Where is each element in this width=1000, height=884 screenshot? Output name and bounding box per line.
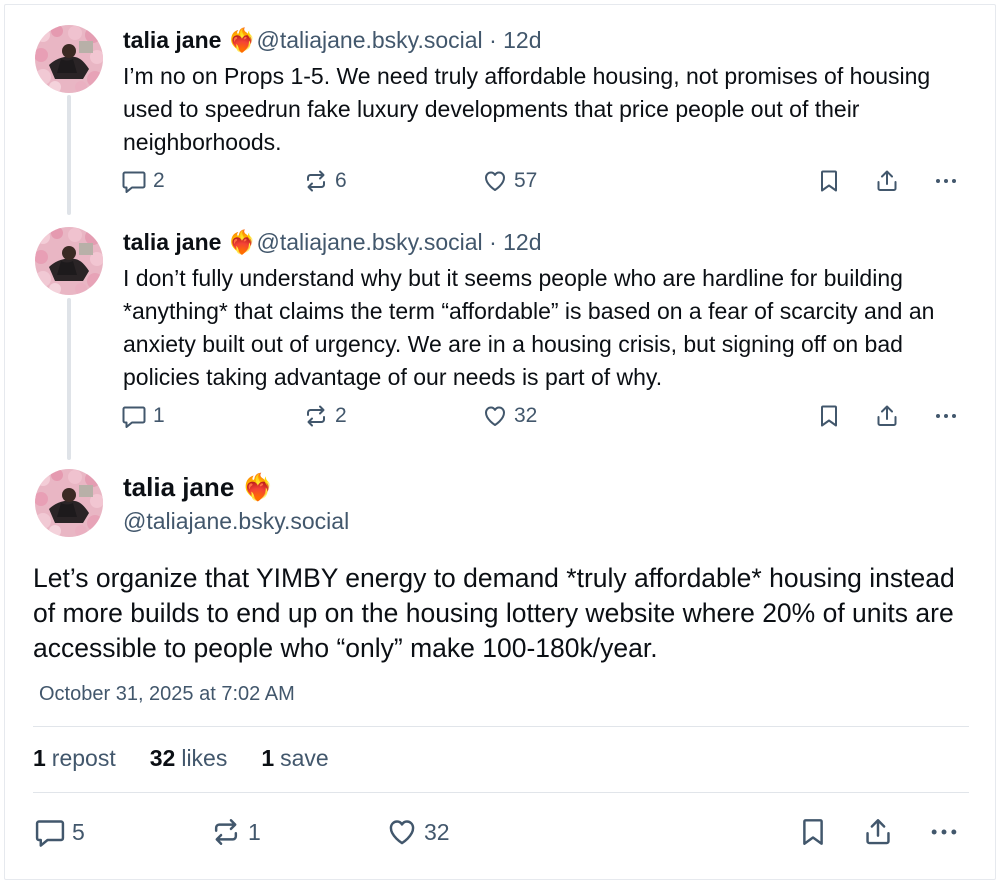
likes-stat[interactable]: 32 likes bbox=[150, 745, 228, 772]
share-icon bbox=[874, 168, 900, 194]
repost-count: 6 bbox=[335, 169, 347, 192]
more-options-button[interactable] bbox=[933, 403, 959, 429]
like-count: 32 bbox=[514, 404, 538, 427]
avatar[interactable] bbox=[35, 25, 103, 93]
post-header: talia jane ❤️‍🔥@taliajane.bsky.social · … bbox=[123, 26, 542, 54]
share-button[interactable] bbox=[874, 168, 900, 194]
like-button[interactable]: 32 bbox=[482, 403, 537, 429]
avatar[interactable] bbox=[35, 227, 103, 295]
reply-button[interactable]: 1 bbox=[121, 403, 165, 429]
author-name[interactable]: talia jane bbox=[123, 27, 221, 53]
likes-label: likes bbox=[181, 745, 228, 771]
saves-label: save bbox=[280, 745, 329, 771]
main-post-actions: 5 1 32 bbox=[0, 816, 1000, 850]
bookmark-button[interactable] bbox=[797, 816, 829, 848]
more-options-button[interactable] bbox=[933, 168, 959, 194]
like-icon bbox=[482, 403, 508, 429]
reply-count: 5 bbox=[72, 818, 85, 845]
repost-icon bbox=[303, 403, 329, 429]
divider bbox=[33, 792, 969, 793]
author-handle[interactable]: @taliajane.bsky.social bbox=[256, 27, 482, 53]
divider bbox=[33, 726, 969, 727]
post-age[interactable]: · 12d bbox=[489, 27, 541, 53]
post-text: I don’t fully understand why but it seem… bbox=[123, 265, 935, 390]
author-handle[interactable]: @taliajane.bsky.social bbox=[256, 229, 482, 255]
post-text: Let’s organize that YIMBY energy to dema… bbox=[33, 563, 955, 663]
post-stats: 1 repost 32 likes 1 save bbox=[33, 745, 329, 772]
repost-icon bbox=[210, 816, 242, 848]
post-actions: 2 6 57 bbox=[0, 168, 1000, 202]
reply-count: 1 bbox=[153, 404, 165, 427]
author-emoji: ❤️‍🔥 bbox=[227, 27, 257, 53]
repost-button[interactable]: 1 bbox=[210, 816, 261, 848]
like-icon bbox=[386, 816, 418, 848]
avatar-image bbox=[35, 25, 103, 93]
author-handle[interactable]: @taliajane.bsky.social bbox=[123, 506, 349, 536]
bookmark-button[interactable] bbox=[816, 403, 842, 429]
reposts-label: repost bbox=[51, 745, 116, 771]
reply-button[interactable]: 5 bbox=[34, 816, 85, 848]
reply-count: 2 bbox=[153, 169, 165, 192]
bookmark-icon bbox=[816, 168, 842, 194]
like-button[interactable]: 32 bbox=[386, 816, 450, 848]
avatar-image bbox=[35, 227, 103, 295]
repost-button[interactable]: 2 bbox=[303, 403, 347, 429]
bookmark-button[interactable] bbox=[816, 168, 842, 194]
author-name-row[interactable]: talia jane ❤️‍🔥 bbox=[123, 471, 274, 503]
post-age[interactable]: · 12d bbox=[489, 229, 541, 255]
repost-icon bbox=[303, 168, 329, 194]
saves-count: 1 bbox=[261, 745, 275, 771]
reply-button[interactable]: 2 bbox=[121, 168, 165, 194]
more-icon bbox=[933, 403, 959, 429]
author-name[interactable]: talia jane bbox=[123, 229, 221, 255]
author-emoji: ❤️‍🔥 bbox=[241, 472, 274, 502]
post-actions: 1 2 32 bbox=[0, 403, 1000, 437]
reply-icon bbox=[121, 403, 147, 429]
repost-count: 2 bbox=[335, 404, 347, 427]
like-icon bbox=[482, 168, 508, 194]
reposts-count: 1 bbox=[33, 745, 46, 771]
like-count: 32 bbox=[424, 818, 450, 845]
more-icon bbox=[928, 816, 960, 848]
post-header: talia jane ❤️‍🔥@taliajane.bsky.social · … bbox=[123, 228, 542, 256]
likes-count: 32 bbox=[149, 745, 176, 771]
more-options-button[interactable] bbox=[928, 816, 960, 848]
reply-icon bbox=[34, 816, 66, 848]
bookmark-icon bbox=[816, 403, 842, 429]
like-count: 57 bbox=[514, 169, 538, 192]
bookmark-icon bbox=[797, 816, 829, 848]
avatar[interactable] bbox=[35, 469, 103, 537]
like-button[interactable]: 57 bbox=[482, 168, 537, 194]
repost-count: 1 bbox=[248, 818, 261, 845]
share-button[interactable] bbox=[862, 816, 894, 848]
share-icon bbox=[862, 816, 894, 848]
post-text: I’m no on Props 1-5. We need truly affor… bbox=[123, 63, 931, 155]
reply-icon bbox=[121, 168, 147, 194]
repost-button[interactable]: 6 bbox=[303, 168, 347, 194]
author-emoji: ❤️‍🔥 bbox=[227, 229, 257, 255]
author-name[interactable]: talia jane bbox=[123, 472, 234, 502]
share-button[interactable] bbox=[874, 403, 900, 429]
post-timestamp: October 31, 2025 at 7:02 AM bbox=[39, 683, 295, 705]
saves-stat[interactable]: 1 save bbox=[261, 745, 328, 772]
share-icon bbox=[874, 403, 900, 429]
avatar-image bbox=[35, 469, 103, 537]
more-icon bbox=[933, 168, 959, 194]
reposts-stat[interactable]: 1 repost bbox=[33, 745, 116, 772]
